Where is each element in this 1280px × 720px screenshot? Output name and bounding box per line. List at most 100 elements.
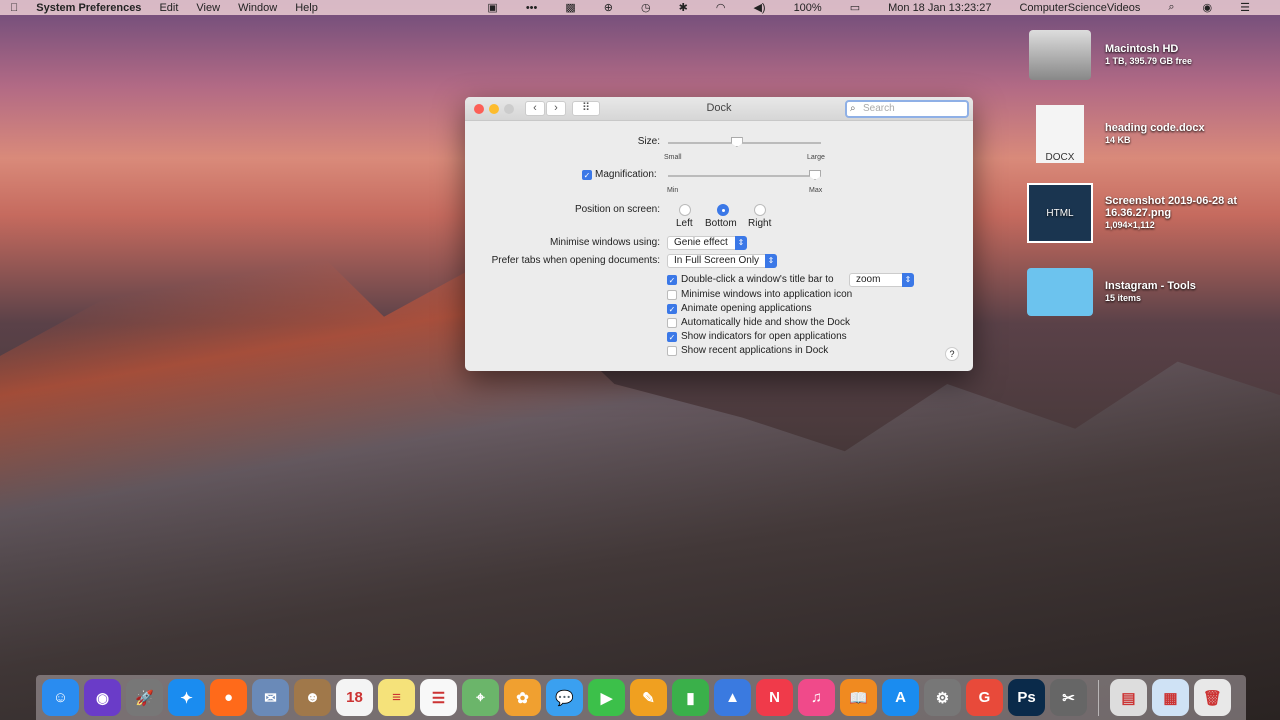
chevron-updown-icon: ⇕	[902, 273, 914, 287]
option-checkbox[interactable]: ✓	[667, 332, 677, 342]
option-checkbox[interactable]	[667, 346, 677, 356]
dock-glyph: Ps	[1017, 689, 1036, 706]
battery-icon[interactable]: ▭	[850, 1, 860, 14]
size-slider-knob[interactable]	[730, 137, 743, 147]
double-click-value: zoom	[856, 274, 881, 285]
dock-downloads-icon[interactable]: ▦	[1152, 679, 1189, 716]
size-label: Size:	[637, 136, 660, 147]
position-right-radio[interactable]	[754, 204, 766, 216]
option-checkbox[interactable]: ✓	[667, 275, 677, 285]
dock-news-icon[interactable]: N	[756, 679, 793, 716]
dock-photos-icon[interactable]: ✿	[504, 679, 541, 716]
document-icon: DOCX	[1027, 104, 1093, 164]
dock-trash-icon[interactable]: 🗑	[1194, 679, 1231, 716]
dock-calendar-icon[interactable]: 18	[336, 679, 373, 716]
help-button[interactable]: ?	[945, 347, 959, 361]
option-label: Automatically hide and show the Dock	[681, 317, 850, 328]
time-machine-icon[interactable]: ◷	[641, 1, 651, 14]
notification-center-icon[interactable]: ☰	[1240, 1, 1250, 14]
dock-glyph: ☺	[52, 689, 69, 706]
accessibility-icon[interactable]: ⊕	[604, 1, 613, 14]
option-checkbox[interactable]	[667, 290, 677, 300]
dock-finder-icon[interactable]: ☺	[42, 679, 79, 716]
item-name: Screenshot 2019-06-28 at 16.36.27.png	[1105, 195, 1238, 219]
dock-messages-icon[interactable]: 💬	[546, 679, 583, 716]
dock-launchpad-icon[interactable]: 🚀	[126, 679, 163, 716]
minimise-effect-select[interactable]: Genie effect ⇕	[667, 236, 747, 250]
dock-music-icon[interactable]: ♫	[798, 679, 835, 716]
dock-system-preferences-icon[interactable]: ⚙	[924, 679, 961, 716]
dock-glyph: A	[895, 689, 906, 706]
dock-facetime-icon[interactable]: ▶	[588, 679, 625, 716]
prefer-tabs-select[interactable]: In Full Screen Only ⇕	[667, 254, 777, 268]
dock-glyph: ♫	[810, 689, 823, 706]
dock-glyph: ▦	[1163, 689, 1178, 707]
bluetooth-icon[interactable]: ✱	[679, 1, 688, 14]
dock-documents-icon[interactable]: ▤	[1110, 679, 1147, 716]
option-label: Show recent applications in Dock	[681, 345, 829, 356]
dock-preferences-window: ‹ › ⠿ Dock ⌕ Search Size: Small Large ✓ M…	[465, 97, 973, 371]
menu-bar:  System Preferences Edit View Window He…	[0, 0, 1280, 15]
user-name[interactable]: ComputerScienceVideos	[1019, 2, 1140, 14]
item-name: heading code.docx	[1105, 122, 1205, 134]
dock-contacts-icon[interactable]: ☻	[294, 679, 331, 716]
dock-glyph: ✿	[516, 689, 529, 707]
dock-maps-icon[interactable]: ⌖	[462, 679, 499, 716]
dock-glyph: ✂	[1062, 689, 1075, 707]
desktop-item-screenshot[interactable]: HTML Screenshot 2019-06-28 at 16.36.27.p…	[1027, 183, 1277, 243]
dock-app-store-icon[interactable]: A	[882, 679, 919, 716]
dock-keynote-icon[interactable]: ▲	[714, 679, 751, 716]
magnification-label: Magnification:	[595, 169, 657, 180]
dock-reminders-icon[interactable]: ☰	[420, 679, 457, 716]
magnification-slider-knob[interactable]	[809, 170, 821, 180]
hard-drive-icon	[1027, 25, 1093, 85]
option-checkbox[interactable]	[667, 318, 677, 328]
chevron-updown-icon: ⇕	[735, 236, 747, 250]
position-left-label: Left	[676, 218, 693, 229]
spotlight-icon[interactable]: ⌕	[1168, 1, 1174, 14]
screen-record-icon[interactable]: ▣	[487, 1, 497, 14]
dock-mail-icon[interactable]: ✉	[252, 679, 289, 716]
size-slider[interactable]	[668, 142, 821, 144]
magnification-slider[interactable]	[668, 175, 821, 177]
siri-icon[interactable]: ◉	[1203, 1, 1213, 14]
dock-glyph: G	[978, 689, 991, 706]
dots-icon[interactable]: •••	[526, 2, 538, 14]
mag-min-label: Min	[667, 187, 679, 194]
menu-window[interactable]: Window	[238, 2, 277, 14]
apple-icon[interactable]: 	[10, 2, 18, 14]
dock-photoshop-icon[interactable]: Ps	[1008, 679, 1045, 716]
position-bottom-radio[interactable]	[717, 204, 729, 216]
menu-view[interactable]: View	[196, 2, 220, 14]
dock-pages-icon[interactable]: ✎	[630, 679, 667, 716]
dock-numbers-icon[interactable]: ▮	[672, 679, 709, 716]
battery-percent[interactable]: 100%	[794, 2, 822, 14]
dock-notes-icon[interactable]: ≡	[378, 679, 415, 716]
dock-books-icon[interactable]: 📖	[840, 679, 877, 716]
dock-safari-icon[interactable]: ✦	[168, 679, 205, 716]
size-min-label: Small	[664, 154, 682, 161]
option-label: Show indicators for open applications	[681, 331, 847, 342]
menu-help[interactable]: Help	[295, 2, 318, 14]
desktop-item-docx[interactable]: DOCX heading code.docx 14 KB	[1027, 104, 1277, 164]
item-name: Instagram - Tools	[1105, 280, 1196, 292]
menu-edit[interactable]: Edit	[159, 2, 178, 14]
dock-chrome-icon[interactable]: G	[966, 679, 1003, 716]
magnification-checkbox[interactable]: ✓	[582, 170, 592, 180]
double-click-action-select[interactable]: zoom ⇕	[849, 273, 914, 287]
menu-app[interactable]: System Preferences	[36, 2, 141, 14]
position-left-radio[interactable]	[679, 204, 691, 216]
dock-screenshot-icon[interactable]: ✂	[1050, 679, 1087, 716]
wifi-icon[interactable]: ◠	[716, 1, 726, 14]
volume-icon[interactable]: ◀)	[753, 1, 765, 14]
search-icon: ⌕	[850, 103, 856, 114]
dock-siri-icon[interactable]: ◉	[84, 679, 121, 716]
image-thumbnail-icon: HTML	[1027, 183, 1093, 243]
desktop-item-macintosh-hd[interactable]: Macintosh HD 1 TB, 395.79 GB free	[1027, 25, 1277, 85]
option-checkbox[interactable]: ✓	[667, 304, 677, 314]
dock-firefox-icon[interactable]: ●	[210, 679, 247, 716]
desktop-item-folder[interactable]: Instagram - Tools 15 items	[1027, 262, 1277, 322]
app-icon[interactable]: ▩	[565, 1, 575, 14]
search-input[interactable]: ⌕ Search	[845, 100, 969, 118]
clock[interactable]: Mon 18 Jan 13:23:27	[888, 2, 991, 14]
